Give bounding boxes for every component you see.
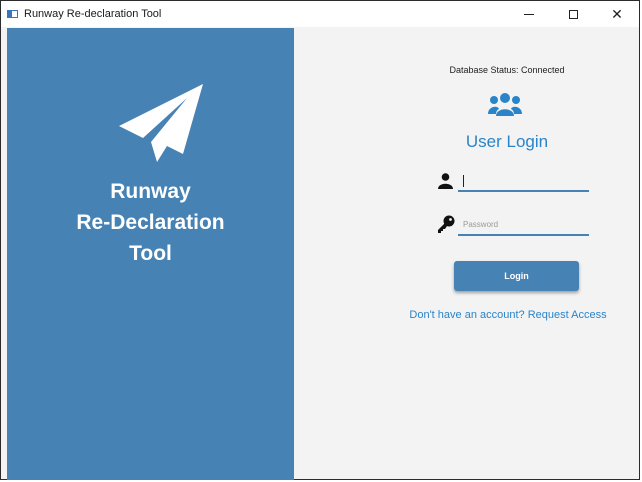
maximize-icon <box>568 9 578 19</box>
brand-title: Runway Re-Declaration Tool <box>7 176 294 269</box>
minimize-icon <box>524 13 534 15</box>
users-icon <box>488 93 522 116</box>
user-icon <box>438 173 453 189</box>
login-button[interactable]: Login <box>454 261 579 291</box>
window-controls: ✕ <box>507 1 639 27</box>
request-access-link[interactable]: Don't have an account? Request Access <box>388 309 628 321</box>
text-cursor <box>463 175 464 187</box>
brand-line-1: Runway <box>110 180 191 203</box>
maximize-button[interactable] <box>551 1 595 27</box>
username-input[interactable] <box>458 172 589 192</box>
minimize-button[interactable] <box>507 1 551 27</box>
login-panel: Database Status: Connected User Login Lo… <box>294 28 641 480</box>
brand-line-3: Tool <box>129 242 172 265</box>
close-button[interactable]: ✕ <box>595 1 639 27</box>
close-icon: ✕ <box>611 6 623 22</box>
key-icon <box>438 215 455 233</box>
brand-line-2: Re-Declaration <box>76 211 225 234</box>
app-window: Runway Re-declaration Tool ✕ Runway Re-D… <box>0 0 640 480</box>
password-input[interactable] <box>458 214 589 236</box>
brand-panel: Runway Re-Declaration Tool <box>7 28 294 480</box>
database-status: Database Status: Connected <box>449 65 565 75</box>
app-icon <box>7 10 18 18</box>
window-title: Runway Re-declaration Tool <box>24 8 162 20</box>
paper-plane-icon <box>119 84 203 162</box>
title-bar: Runway Re-declaration Tool ✕ <box>1 1 639 27</box>
login-title: User Login <box>465 132 549 151</box>
